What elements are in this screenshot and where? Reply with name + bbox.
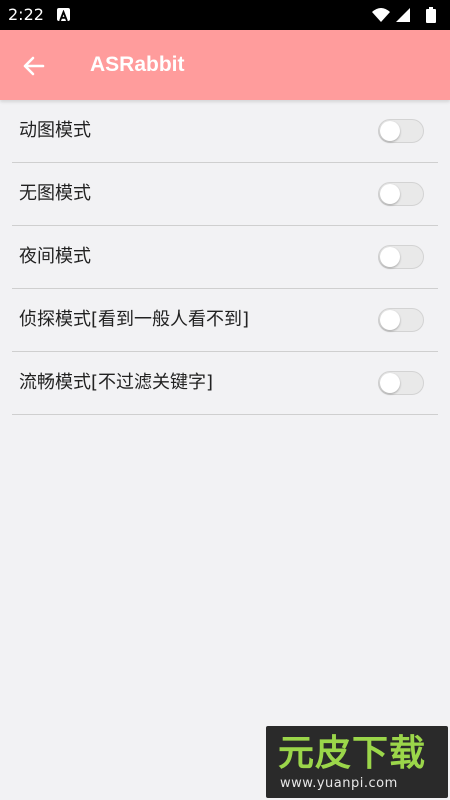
night-mode-toggle[interactable] [378, 245, 424, 269]
battery-icon [426, 7, 436, 23]
watermark-logo-text: 元皮下载 [278, 733, 427, 774]
setting-row-no-image-mode: 无图模式 [12, 163, 438, 226]
status-icons-svg [372, 7, 436, 23]
status-time: 2:22 [8, 5, 44, 24]
toggle-knob [380, 121, 400, 141]
toggle-knob [380, 373, 400, 393]
setting-label: 夜间模式 [19, 246, 91, 267]
watermark-logo: 元皮下载 www.yuanpi.com [266, 726, 448, 798]
settings-list: 动图模式 无图模式 夜间模式 侦探模式[看到一般人看不到] 流畅模式[不过滤关键… [0, 100, 450, 415]
smooth-mode-toggle[interactable] [378, 371, 424, 395]
detective-mode-toggle[interactable] [378, 308, 424, 332]
setting-row-smooth-mode: 流畅模式[不过滤关键字] [12, 352, 438, 415]
toggle-knob [380, 310, 400, 330]
status-icons [370, 6, 440, 24]
no-image-mode-toggle[interactable] [378, 182, 424, 206]
page-title: ASRabbit [90, 53, 185, 76]
setting-row-animated-gif-mode: 动图模式 [12, 100, 438, 163]
setting-label: 流畅模式[不过滤关键字] [19, 372, 214, 393]
back-button[interactable] [20, 52, 48, 80]
arrow-left-icon [23, 56, 45, 76]
toggle-knob [380, 247, 400, 267]
signal-icon [396, 8, 410, 22]
toggle-knob [380, 184, 400, 204]
wifi-icon [372, 8, 390, 22]
watermark-url: www.yuanpi.com [280, 776, 398, 791]
animated-gif-mode-toggle[interactable] [378, 119, 424, 143]
notification-a-icon [57, 8, 70, 22]
setting-label: 无图模式 [19, 183, 91, 204]
app-bar: ASRabbit [0, 30, 450, 100]
setting-row-detective-mode: 侦探模式[看到一般人看不到] [12, 289, 438, 352]
setting-label: 动图模式 [19, 120, 91, 141]
status-bar: 2:22 [0, 0, 450, 30]
setting-label: 侦探模式[看到一般人看不到] [19, 309, 250, 330]
setting-row-night-mode: 夜间模式 [12, 226, 438, 289]
